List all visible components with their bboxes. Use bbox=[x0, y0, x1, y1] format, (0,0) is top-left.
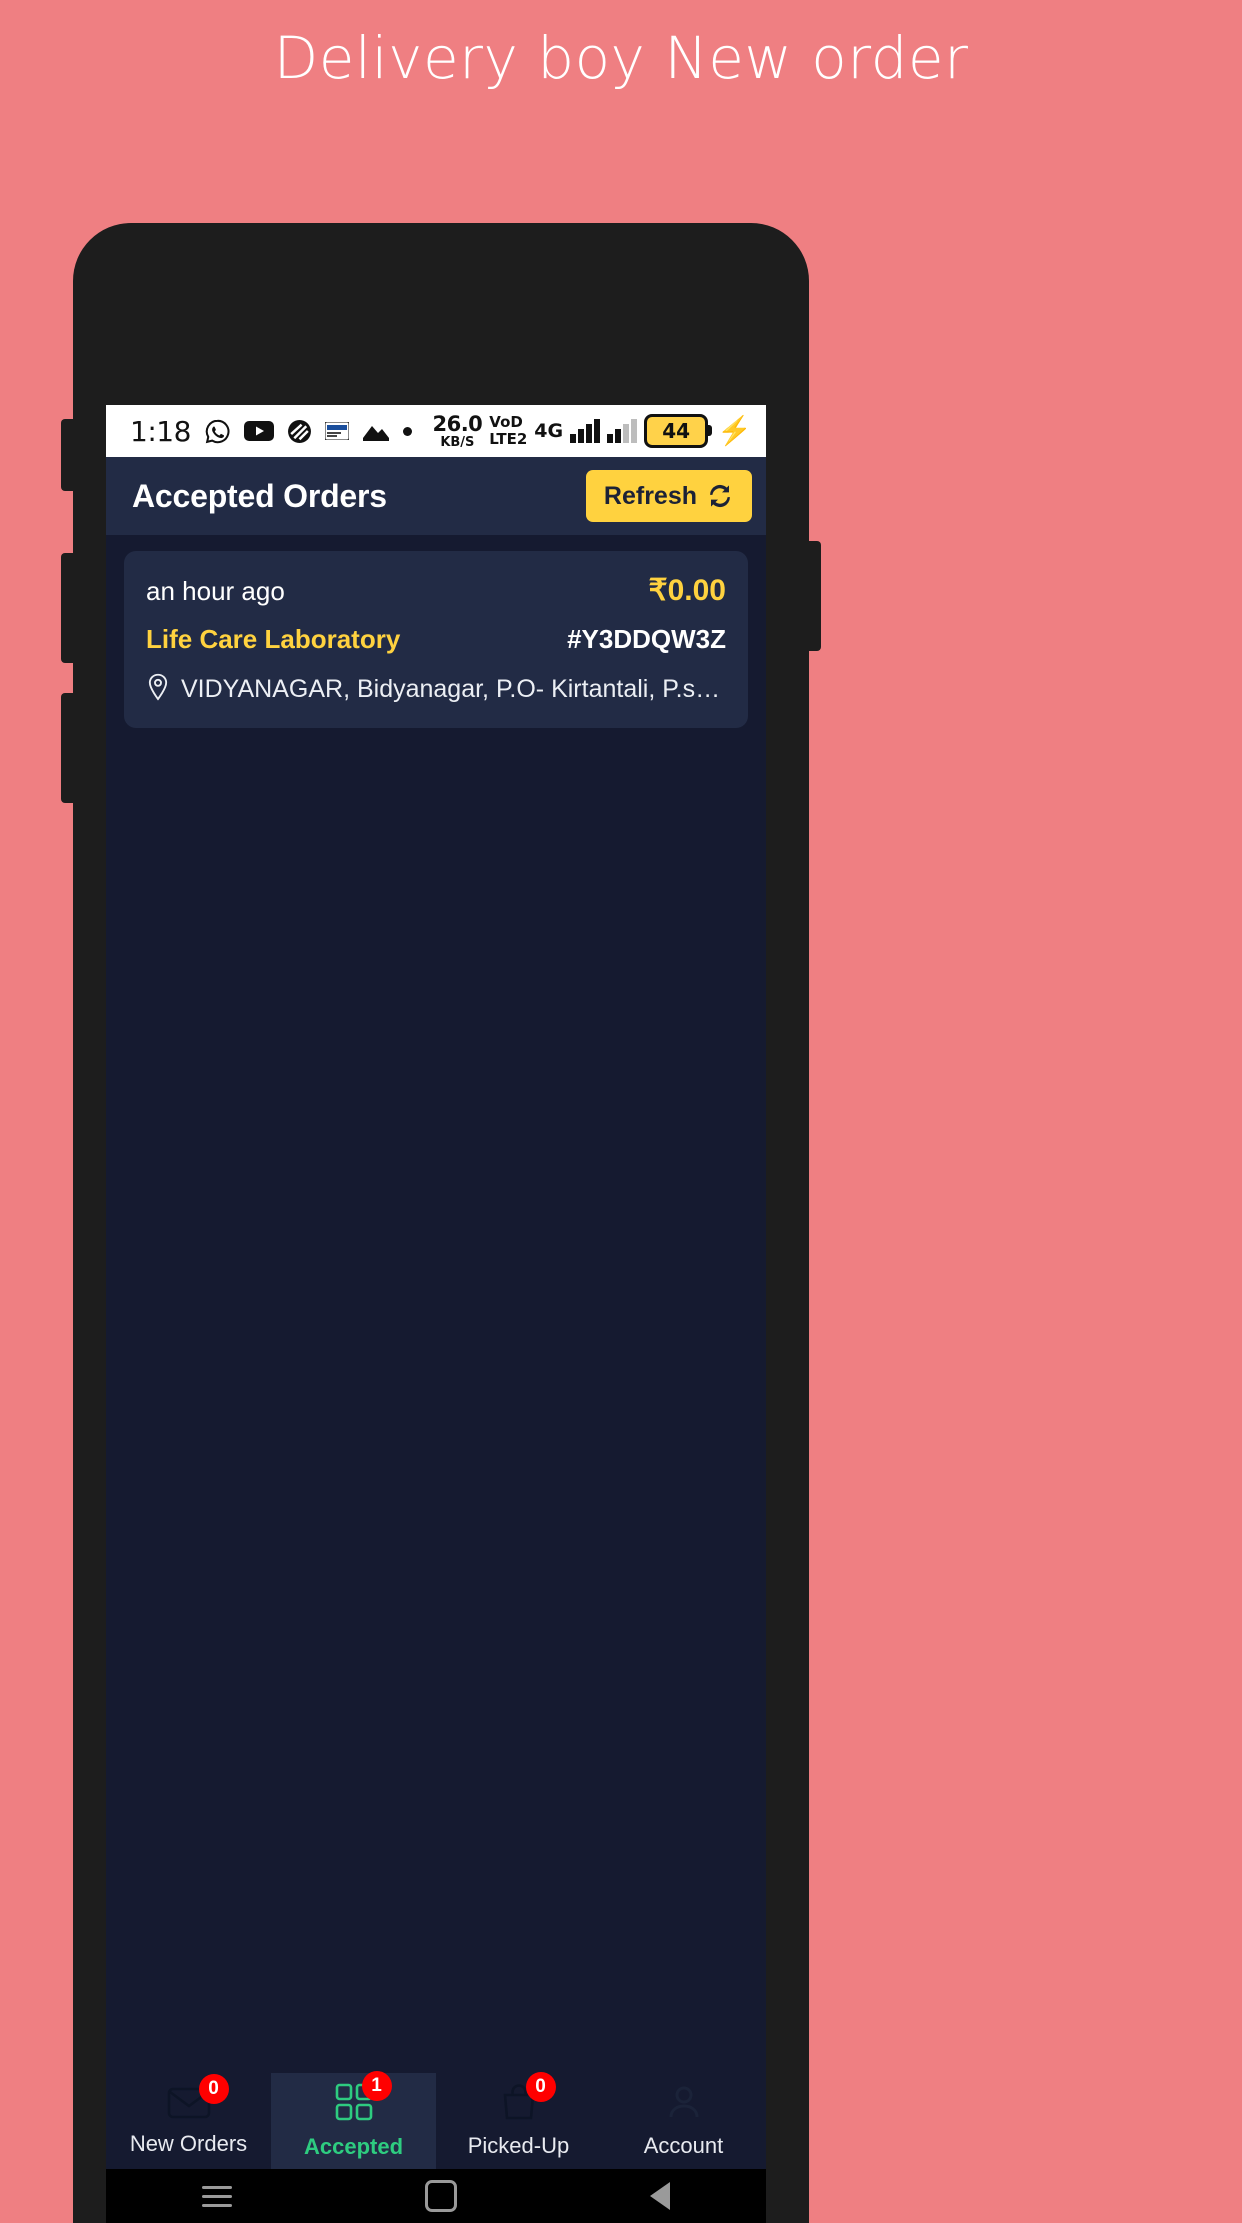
status-bar: 1:18 26.0 KB/S VoD LTE2 4G 44 ⚡ bbox=[106, 405, 766, 457]
nav-item-picked-up[interactable]: 0 Picked-Up bbox=[436, 2072, 601, 2169]
phone-power-button bbox=[807, 541, 821, 651]
whatsapp-icon bbox=[204, 418, 231, 445]
phone-side-button-top bbox=[61, 419, 75, 491]
network-speed-value: 26.0 bbox=[432, 411, 483, 436]
nav-item-accepted[interactable]: 1 Accepted bbox=[271, 2071, 436, 2169]
phone-side-button-middle bbox=[61, 553, 75, 663]
refresh-icon bbox=[706, 482, 734, 510]
shopping-bag-icon bbox=[500, 2084, 538, 2125]
order-list: an hour ago ₹0.00 Life Care Laboratory #… bbox=[106, 535, 766, 1885]
network-speed-indicator: 26.0 KB/S bbox=[432, 411, 483, 450]
hamburger-icon[interactable] bbox=[202, 2185, 233, 2207]
order-card-address-row: VIDYANAGAR, Bidyanagar, P.O- Kirtantali,… bbox=[146, 673, 726, 706]
grid-icon-wrap: 1 bbox=[334, 2071, 392, 2127]
android-system-nav bbox=[106, 2169, 766, 2223]
paytm-icon bbox=[324, 422, 349, 440]
badge-picked-up: 0 bbox=[525, 2072, 556, 2102]
nav-label-new-orders: New Orders bbox=[129, 2131, 248, 2156]
network-speed-unit: KB/S bbox=[440, 434, 475, 450]
network-type-indicator: 4G bbox=[534, 419, 564, 442]
battery-level: 44 bbox=[662, 419, 691, 443]
volte-line2: LTE2 bbox=[489, 430, 528, 448]
person-icon bbox=[665, 2086, 703, 2125]
youtube-icon bbox=[243, 420, 274, 442]
signal-bars-sim1 bbox=[570, 419, 601, 443]
order-time-ago: an hour ago bbox=[146, 576, 285, 606]
battery-icon: 44 bbox=[644, 414, 713, 448]
status-bar-left: 1:18 bbox=[130, 415, 412, 448]
home-square-icon[interactable] bbox=[424, 2180, 457, 2212]
app-header: Accepted Orders Refresh bbox=[106, 457, 766, 535]
refresh-button-label: Refresh bbox=[603, 481, 697, 510]
volte-line1: VoD bbox=[489, 413, 523, 431]
location-pin-icon bbox=[146, 673, 170, 706]
order-card[interactable]: an hour ago ₹0.00 Life Care Laboratory #… bbox=[124, 551, 748, 728]
screen-title: Accepted Orders bbox=[132, 477, 387, 514]
nav-label-picked-up: Picked-Up bbox=[467, 2133, 570, 2158]
envelope-icon-wrap: 0 bbox=[167, 2074, 229, 2124]
phone-mockup: 1:18 26.0 KB/S VoD LTE2 4G 44 ⚡ Accepted… bbox=[61, 223, 821, 2223]
dot-icon bbox=[402, 426, 412, 436]
network-type-label: 4G bbox=[534, 419, 564, 442]
phone-screen: 1:18 26.0 KB/S VoD LTE2 4G 44 ⚡ Accepted… bbox=[106, 405, 766, 2223]
badge-accepted: 1 bbox=[361, 2071, 392, 2101]
phone-side-button-bottom bbox=[61, 693, 75, 803]
grid-icon bbox=[334, 2083, 374, 2126]
nav-label-accepted: Accepted bbox=[303, 2134, 404, 2159]
order-lab-name: Life Care Laboratory bbox=[146, 624, 401, 654]
stripe-icon bbox=[287, 419, 312, 444]
status-bar-right: 26.0 KB/S VoD LTE2 4G 44 ⚡ bbox=[432, 411, 752, 450]
shopping-bag-icon-wrap: 0 bbox=[500, 2072, 556, 2126]
person-icon-wrap bbox=[665, 2083, 703, 2126]
order-address: VIDYANAGAR, Bidyanagar, P.O- Kirtantali,… bbox=[181, 675, 726, 703]
lightning-bolt-icon: ⚡ bbox=[717, 415, 752, 446]
nav-item-account[interactable]: Account bbox=[601, 2073, 766, 2169]
envelope-icon bbox=[167, 2087, 211, 2123]
page-title: Delivery boy New order bbox=[273, 24, 969, 92]
refresh-button[interactable]: Refresh bbox=[585, 470, 752, 522]
signal-bars-sim2 bbox=[607, 419, 638, 443]
order-price: ₹0.00 bbox=[648, 574, 726, 607]
nav-label-account: Account bbox=[643, 2133, 724, 2158]
order-card-middle-row: Life Care Laboratory #Y3DDQW3Z bbox=[146, 624, 726, 655]
order-card-top-row: an hour ago ₹0.00 bbox=[146, 573, 726, 608]
bottom-navigation: 0 New Orders 1 Accepted 0 Picked-Up Acco… bbox=[106, 2071, 766, 2169]
nav-item-new-orders[interactable]: 0 New Orders bbox=[106, 2073, 271, 2169]
gallery-icon bbox=[362, 420, 390, 442]
order-id: #Y3DDQW3Z bbox=[567, 624, 726, 654]
badge-new-orders: 0 bbox=[198, 2074, 229, 2104]
back-triangle-icon[interactable] bbox=[649, 2182, 670, 2210]
status-bar-clock: 1:18 bbox=[130, 414, 191, 448]
volte-icon: VoD LTE2 bbox=[489, 415, 527, 447]
